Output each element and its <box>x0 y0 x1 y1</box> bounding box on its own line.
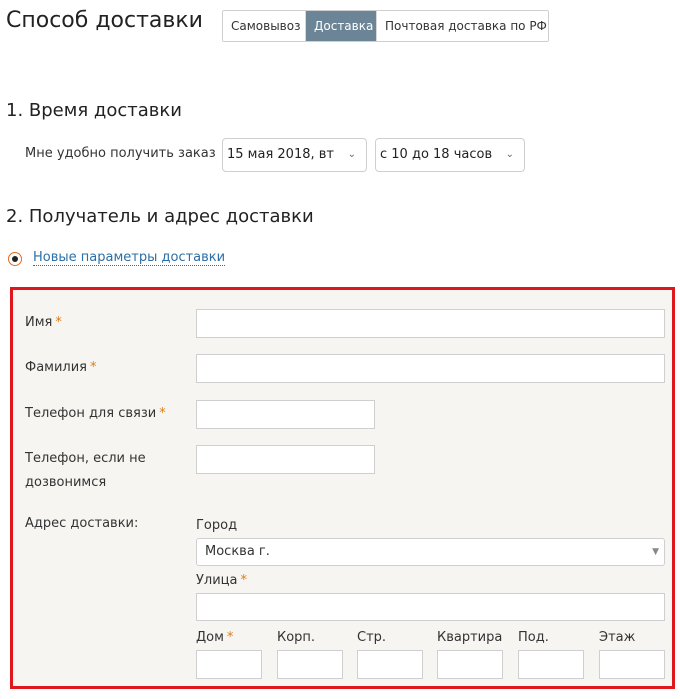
required-mark: * <box>90 360 97 375</box>
recipient-form-panel: Имя * Фамилия * Телефон для связи * Телефон… <box>10 287 675 689</box>
recipient-address-title: 2. Получатель и адрес доставки <box>6 206 314 227</box>
apartment-input[interactable] <box>437 650 503 679</box>
chevron-down-icon: ⌄ <box>505 149 514 160</box>
radio-selected-icon[interactable] <box>8 252 22 266</box>
first-name-label: Имя * <box>25 311 62 335</box>
entrance-label: Под. <box>518 630 549 645</box>
street-label: Улица * <box>196 573 247 588</box>
city-select[interactable]: Москва г. ▼ <box>196 538 665 566</box>
required-mark: * <box>226 630 234 645</box>
new-delivery-params-link[interactable]: Новые параметры доставки <box>33 250 226 266</box>
first-name-label-text: Имя <box>25 315 53 330</box>
radio-dot <box>12 256 18 262</box>
phone-alt-label: Телефон, если не дозвонимся <box>25 447 146 495</box>
first-name-input[interactable] <box>196 309 665 338</box>
last-name-label-text: Фамилия <box>25 360 87 375</box>
delivery-time-label: Мне удобно получить заказ <box>25 146 216 161</box>
apartment-label: Квартира <box>437 630 503 645</box>
last-name-label: Фамилия * <box>25 356 97 380</box>
entrance-input[interactable] <box>518 650 584 679</box>
address-label: Адрес доставки: <box>25 516 139 531</box>
phone-label: Телефон для связи * <box>25 402 166 426</box>
delivery-time-value: с 10 до 18 часов <box>380 147 493 162</box>
delivery-time-select[interactable]: с 10 до 18 часов ⌄ <box>375 138 525 172</box>
last-name-input[interactable] <box>196 354 665 383</box>
phone-label-text: Телефон для связи <box>25 406 157 421</box>
caret-down-icon: ▼ <box>652 547 659 557</box>
phone-input[interactable] <box>196 400 375 429</box>
required-mark: * <box>240 573 248 588</box>
city-label: Город <box>196 518 238 533</box>
floor-input[interactable] <box>599 650 665 679</box>
phone-alt-label-line1: Телефон, если не <box>25 451 146 466</box>
delivery-date-value: 15 мая 2018, вт <box>227 147 334 162</box>
building-input[interactable] <box>277 650 343 679</box>
street-label-text: Улица <box>196 573 238 588</box>
street-input[interactable] <box>196 593 665 621</box>
tab-pickup[interactable]: Самовывоз <box>223 11 306 41</box>
delivery-date-select[interactable]: 15 мая 2018, вт ⌄ <box>222 138 367 172</box>
house-input[interactable] <box>196 650 262 679</box>
page-title: Способ доставки <box>6 8 203 33</box>
phone-alt-input[interactable] <box>196 445 375 474</box>
house-label-text: Дом <box>196 630 224 645</box>
tab-delivery[interactable]: Доставка <box>306 11 377 41</box>
required-mark: * <box>159 406 166 421</box>
tab-post-delivery[interactable]: Почтовая доставка по РФ <box>377 11 548 41</box>
city-value: Москва г. <box>205 544 270 559</box>
required-mark: * <box>55 315 62 330</box>
structure-label: Стр. <box>357 630 387 645</box>
building-label: Корп. <box>277 630 316 645</box>
floor-label: Этаж <box>599 630 636 645</box>
delivery-time-title: 1. Время доставки <box>6 100 182 121</box>
phone-alt-label-line2: дозвонимся <box>25 475 107 490</box>
structure-input[interactable] <box>357 650 423 679</box>
chevron-down-icon: ⌄ <box>347 149 356 160</box>
delivery-method-tabs: Самовывоз Доставка Почтовая доставка по … <box>222 10 549 42</box>
house-label: Дом * <box>196 630 233 645</box>
